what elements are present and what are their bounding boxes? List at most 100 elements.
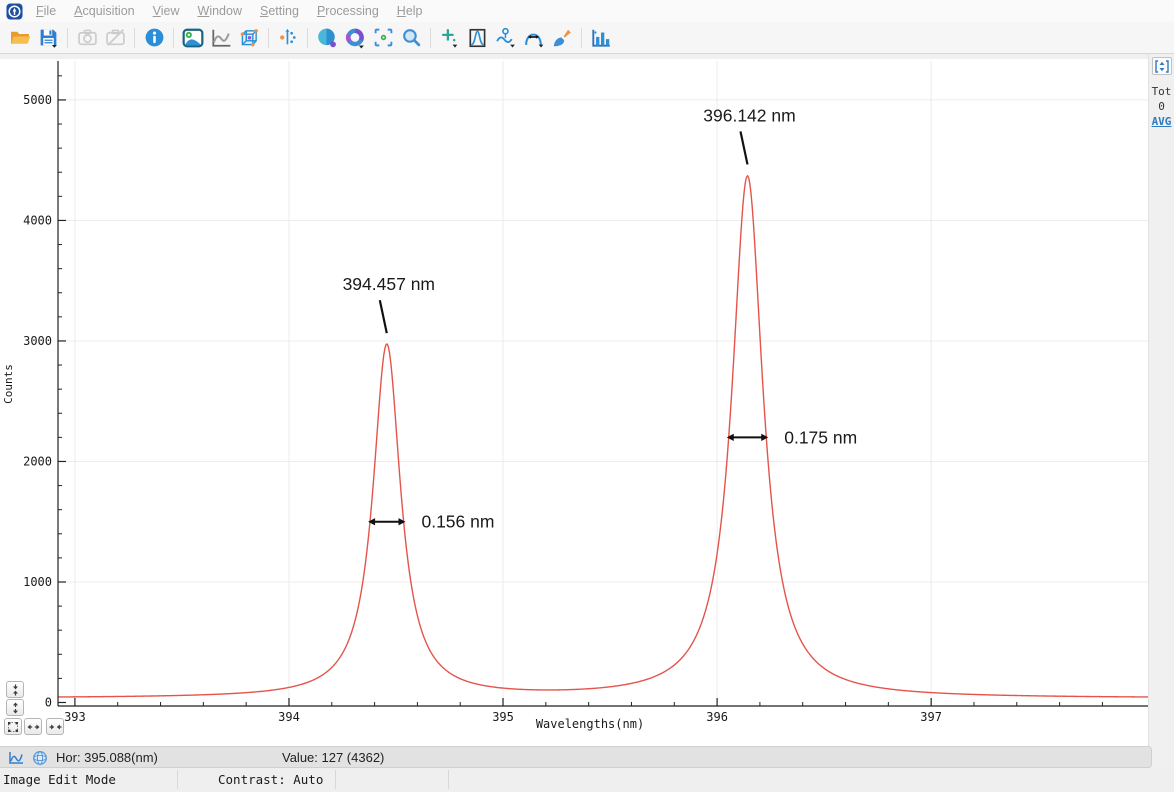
- svg-text:395: 395: [492, 710, 514, 724]
- svg-text:0.156 nm: 0.156 nm: [421, 512, 494, 532]
- right-panel: Tot 0 AVG: [1148, 54, 1174, 746]
- info-button[interactable]: [141, 25, 167, 51]
- fit-view-button[interactable]: [4, 718, 22, 735]
- toolbar-separator: [581, 28, 582, 48]
- camera-off-button[interactable]: [102, 25, 128, 51]
- menu-bar: FileAcquisitionViewWindowSettingProcessi…: [0, 0, 1174, 22]
- app-logo-icon: [6, 3, 23, 20]
- hierarchy-icon: [278, 27, 299, 48]
- cube-3d-button[interactable]: [236, 25, 262, 51]
- status-bar-2: Image Edit Mode Contrast: Auto: [0, 768, 1174, 792]
- focus-region-button[interactable]: [370, 25, 396, 51]
- menu-file[interactable]: File: [27, 4, 65, 18]
- save-button[interactable]: [35, 25, 61, 51]
- autoscale-button[interactable]: [1152, 57, 1172, 75]
- image-view-button[interactable]: [180, 25, 206, 51]
- zoom-button[interactable]: [398, 25, 424, 51]
- cursor-value-readout: Value: 127 (4362): [282, 750, 384, 765]
- focus-icon: [373, 27, 394, 48]
- menu-view[interactable]: View: [144, 4, 189, 18]
- open-folder-icon: [10, 27, 31, 48]
- svg-text:4000: 4000: [23, 213, 52, 227]
- svg-text:396.142 nm: 396.142 nm: [703, 105, 795, 125]
- brush-button[interactable]: [549, 25, 575, 51]
- line-chart-icon: [210, 27, 232, 49]
- fwhm-icon: [523, 26, 546, 49]
- svg-text:3000: 3000: [23, 334, 52, 348]
- toolbar-separator: [67, 28, 68, 48]
- color-wheel-button[interactable]: [342, 25, 368, 51]
- compress-horizontal-button[interactable]: [46, 718, 64, 735]
- fit-view-icon: [7, 721, 19, 733]
- sphere-view-button[interactable]: [314, 25, 340, 51]
- open-folder-button[interactable]: [7, 25, 33, 51]
- svg-text:Counts: Counts: [2, 364, 15, 404]
- toolbar-separator: [173, 28, 174, 48]
- expand-vertical-button[interactable]: [6, 699, 24, 716]
- autoscale-icon: [1155, 60, 1169, 73]
- statusbar-divider: [335, 770, 336, 789]
- cursor-horizontal-readout: Hor: 395.088(nm): [56, 750, 158, 765]
- toolbar-separator: [268, 28, 269, 48]
- spectrum-plot[interactable]: 393 394 395 396 397 0 1000 2000 3000 4000 5000 Wave…: [0, 54, 1148, 746]
- statusbar-divider: [177, 770, 178, 789]
- status-line-chart-icon[interactable]: [8, 751, 24, 765]
- svg-text:1000: 1000: [23, 575, 52, 589]
- svg-text:394: 394: [278, 710, 300, 724]
- svg-text:397: 397: [920, 710, 942, 724]
- status-bar: Hor: 395.088(nm) Value: 127 (4362): [0, 746, 1174, 768]
- svg-text:Wavelengths(nm): Wavelengths(nm): [536, 717, 644, 731]
- total-label: Tot: [1152, 85, 1172, 98]
- chart-area: 393 394 395 396 397 0 1000 2000 3000 4000 5000 Wave…: [0, 54, 1174, 746]
- svg-text:0: 0: [45, 696, 52, 710]
- expand-horizontal-button[interactable]: [24, 718, 42, 735]
- hierarchy-button[interactable]: [275, 25, 301, 51]
- svg-text:2000: 2000: [23, 454, 52, 468]
- menu-setting[interactable]: Setting: [251, 4, 308, 18]
- svg-text:396: 396: [706, 710, 728, 724]
- menu-processing[interactable]: Processing: [308, 4, 388, 18]
- toolbar-separator: [430, 28, 431, 48]
- toolbar-separator: [307, 28, 308, 48]
- toolbar-separator: [134, 28, 135, 48]
- cube-3d-icon: [238, 27, 260, 49]
- menu-window[interactable]: Window: [189, 4, 251, 18]
- svg-text:5000: 5000: [23, 93, 52, 107]
- line-plot-button[interactable]: [208, 25, 234, 51]
- statusbar-divider: [448, 770, 449, 789]
- svg-text:393: 393: [64, 710, 86, 724]
- fwhm-measure-button[interactable]: [521, 25, 547, 51]
- info-icon: [144, 27, 165, 48]
- add-point-button[interactable]: [437, 25, 463, 51]
- expand-horizontal-icon: [27, 722, 40, 732]
- camera-icon: [77, 27, 98, 48]
- camera-button[interactable]: [74, 25, 100, 51]
- expand-vertical-icon: [10, 702, 21, 714]
- compress-vertical-icon: [10, 684, 21, 696]
- compress-vertical-button[interactable]: [6, 681, 24, 698]
- toolbar: [0, 22, 1174, 54]
- contrast-label: Contrast: Auto: [218, 772, 323, 787]
- brush-icon: [551, 27, 573, 49]
- color-wheel-icon: [344, 27, 366, 49]
- peak-search-button[interactable]: [493, 25, 519, 51]
- histogram-icon: [590, 27, 612, 49]
- avg-link[interactable]: AVG: [1152, 115, 1172, 128]
- sphere-icon: [316, 27, 338, 49]
- svg-text:0.175 nm: 0.175 nm: [784, 427, 857, 447]
- add-point-icon: [440, 27, 461, 48]
- status-sphere-icon[interactable]: [32, 750, 48, 766]
- menu-acquisition[interactable]: Acquisition: [65, 4, 143, 18]
- menu-bar-items: FileAcquisitionViewWindowSettingProcessi…: [27, 4, 432, 18]
- peak-window-icon: [467, 27, 489, 49]
- svg-text:394.457 nm: 394.457 nm: [343, 274, 435, 294]
- edit-mode-label: Image Edit Mode: [3, 772, 116, 787]
- menu-help[interactable]: Help: [388, 4, 432, 18]
- total-value: 0: [1158, 100, 1165, 113]
- histogram-button[interactable]: [588, 25, 614, 51]
- peak-window-button[interactable]: [465, 25, 491, 51]
- save-icon: [38, 27, 59, 48]
- camera-off-icon: [105, 27, 126, 48]
- image-icon: [182, 27, 204, 49]
- peak-marker-icon: [495, 26, 518, 49]
